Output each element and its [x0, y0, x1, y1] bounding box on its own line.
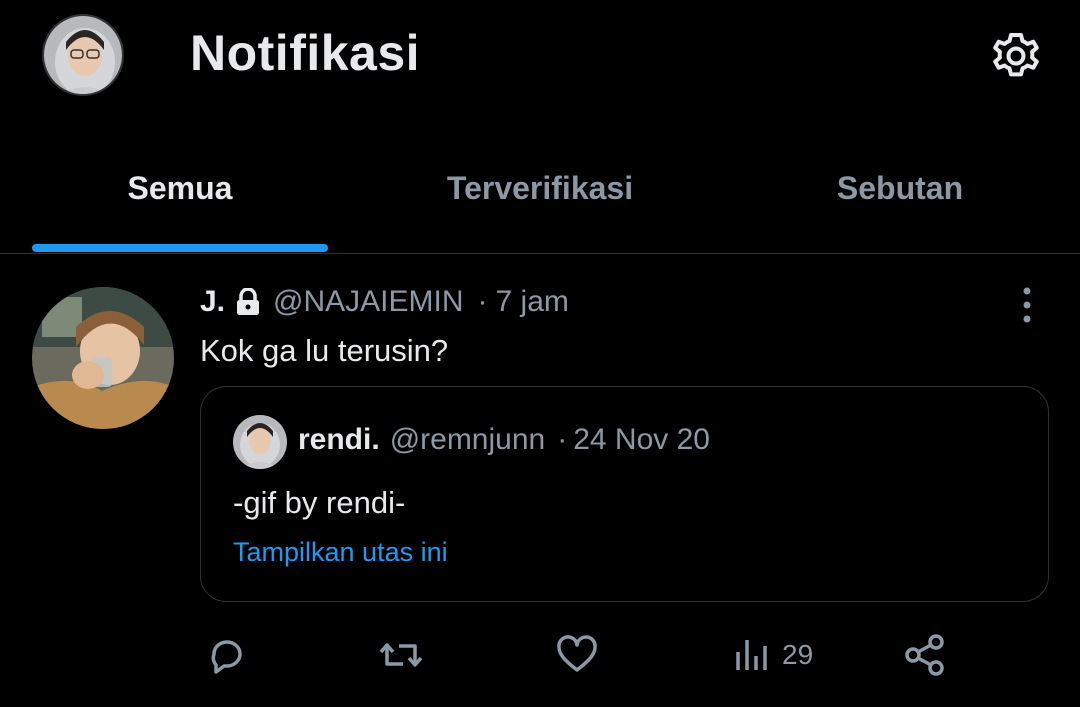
quoted-tweet-text: -gif by rendi-: [233, 485, 406, 520]
author-handle[interactable]: @NAJAIEMIN: [273, 285, 463, 319]
tweet-actions: 29: [200, 630, 960, 680]
retweet-button[interactable]: [378, 630, 424, 680]
heart-icon: [557, 635, 597, 672]
views-icon: [736, 640, 767, 670]
lock-icon: [235, 287, 261, 316]
tab-sebutan[interactable]: Sebutan: [760, 170, 1040, 207]
top-bar: Notifikasi: [0, 0, 1080, 130]
quoted-author-name: rendi.: [298, 423, 380, 456]
notification-tabs: Semua Terverifikasi Sebutan: [0, 150, 1080, 254]
retweet-icon: [379, 643, 423, 667]
reply-icon: [211, 640, 242, 674]
tab-terverifikasi[interactable]: Terverifikasi: [400, 170, 680, 207]
tweet-time[interactable]: 7 jam: [496, 285, 569, 319]
show-thread-link[interactable]: Tampilkan utas ini: [233, 537, 448, 568]
views-count: 29: [782, 639, 814, 670]
gear-icon[interactable]: [988, 28, 1044, 84]
page-title: Notifikasi: [190, 25, 421, 81]
tweet[interactable]: J. @NAJAIEMIN · 7 jam Kok ga lu terusin?: [0, 255, 1080, 707]
more-options-icon[interactable]: [1010, 285, 1044, 325]
tab-semua[interactable]: Semua: [40, 170, 320, 207]
like-button[interactable]: [554, 630, 600, 680]
tweet-text: Kok ga lu terusin?: [200, 333, 449, 368]
active-tab-indicator: [32, 244, 328, 252]
author-avatar[interactable]: [32, 287, 174, 429]
quoted-author-handle: @remnjunn: [389, 423, 546, 456]
views-button[interactable]: 29: [730, 630, 813, 680]
tweet-header: J. @NAJAIEMIN · 7 jam: [200, 285, 569, 319]
separator-dot: ·: [477, 285, 488, 318]
separator-dot: ·: [557, 423, 568, 456]
quoted-tweet-header: rendi. @remnjunn · 24 Nov 20: [298, 423, 710, 457]
quoted-tweet-date: 24 Nov 20: [573, 423, 710, 456]
quoted-tweet[interactable]: rendi. @remnjunn · 24 Nov 20 -gif by rendi-…: [200, 386, 1049, 602]
share-button[interactable]: [902, 630, 948, 680]
profile-avatar[interactable]: [42, 14, 124, 96]
quoted-author-avatar: [233, 415, 287, 469]
share-icon: [905, 634, 944, 676]
reply-button[interactable]: [204, 630, 250, 680]
author-name[interactable]: J.: [200, 285, 225, 319]
